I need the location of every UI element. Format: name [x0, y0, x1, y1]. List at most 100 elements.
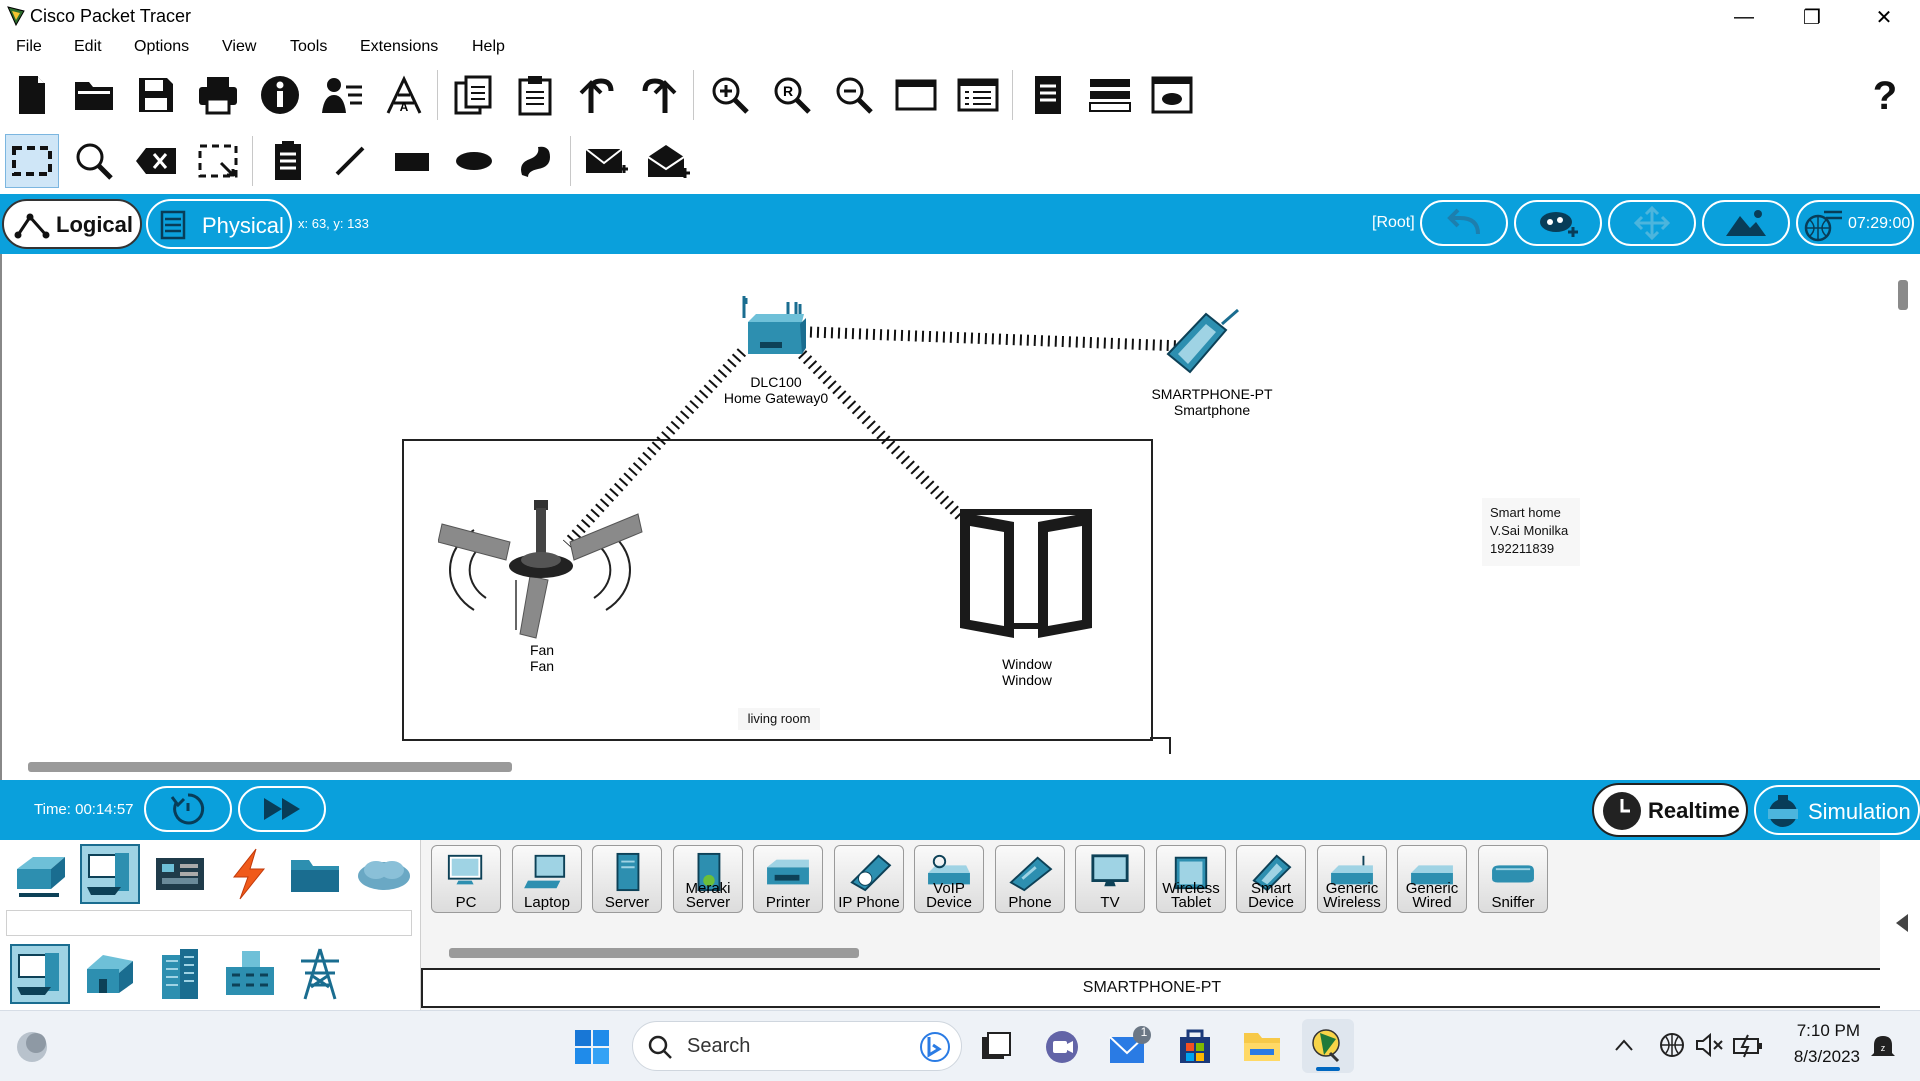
logical-workspace[interactable]: DLC100 Home Gateway0 SMARTPHONE-PT Smart…: [0, 254, 1920, 780]
info-icon[interactable]: [253, 68, 307, 122]
menu-edit[interactable]: Edit: [74, 38, 102, 56]
menu-view[interactable]: View: [222, 38, 256, 56]
activity-wizard-icon[interactable]: A: [377, 68, 431, 122]
menu-file[interactable]: File: [16, 38, 42, 56]
multiuser-cloud-icon[interactable]: [354, 844, 414, 904]
new-file-icon[interactable]: [5, 68, 59, 122]
viewport-clock-button[interactable]: 07:29:00: [1796, 200, 1914, 246]
close-button[interactable]: ✕: [1852, 0, 1916, 34]
menu-tools[interactable]: Tools: [290, 38, 327, 56]
window-device-icon[interactable]: [956, 508, 1096, 646]
packet-tracer-taskbar-button[interactable]: [1302, 1019, 1354, 1073]
smart-city-subcategory-icon[interactable]: [150, 944, 210, 1004]
pdu-list-icon[interactable]: [1021, 68, 1075, 122]
resize-tool-icon[interactable]: [191, 134, 245, 188]
end-devices-icon[interactable]: [80, 844, 140, 904]
room-label[interactable]: living room: [738, 708, 820, 730]
file-explorer-icon[interactable]: [1242, 1029, 1282, 1063]
realtime-mode-button[interactable]: Realtime: [1592, 783, 1748, 837]
device-button-meraki-server[interactable]: Meraki Server: [673, 845, 743, 913]
home-subcategory-icon[interactable]: [80, 944, 140, 1004]
drawing-palette-icon[interactable]: [889, 68, 943, 122]
device-button-printer[interactable]: Printer: [753, 845, 823, 913]
components-icon[interactable]: [150, 844, 210, 904]
redo-icon[interactable]: [632, 68, 686, 122]
root-breadcrumb[interactable]: [Root]: [1372, 214, 1415, 232]
zoom-reset-icon[interactable]: R: [765, 68, 819, 122]
device-button-ip-phone[interactable]: IP Phone: [834, 845, 904, 913]
device-list-scrollbar[interactable]: [449, 948, 859, 958]
network-wizard-icon[interactable]: [315, 68, 369, 122]
smartphone-icon[interactable]: [1160, 306, 1260, 380]
add-complex-pdu-icon[interactable]: [641, 134, 695, 188]
weather-widget-icon[interactable]: [14, 1029, 50, 1065]
device-button-voip-device[interactable]: VoIP Device: [914, 845, 984, 913]
zoom-out-icon[interactable]: [827, 68, 881, 122]
bing-icon[interactable]: [919, 1031, 951, 1063]
device-button-pc[interactable]: PC: [431, 845, 501, 913]
system-time[interactable]: 7:10 PM: [1778, 1021, 1860, 1041]
move-object-button[interactable]: [1608, 200, 1696, 246]
rectangle-tool-icon[interactable]: [385, 134, 439, 188]
notification-center-icon[interactable]: z: [1868, 1031, 1898, 1061]
horizontal-scrollbar-thumb[interactable]: [28, 762, 512, 772]
system-date[interactable]: 8/3/2023: [1766, 1047, 1860, 1067]
logical-tab[interactable]: Logical: [2, 199, 142, 249]
back-button[interactable]: [1420, 200, 1508, 246]
task-view-icon[interactable]: [978, 1029, 1014, 1065]
device-button-wireless-tablet[interactable]: Wireless Tablet: [1156, 845, 1226, 913]
save-icon[interactable]: [129, 68, 183, 122]
device-button-tv[interactable]: TV: [1075, 845, 1145, 913]
device-button-server[interactable]: Server: [592, 845, 662, 913]
network-devices-icon[interactable]: [10, 844, 70, 904]
new-cluster-button[interactable]: [1514, 200, 1602, 246]
speaker-muted-icon[interactable]: [1694, 1031, 1724, 1059]
taskbar-search-box[interactable]: Search: [632, 1021, 962, 1071]
connections-icon[interactable]: [218, 844, 278, 904]
menu-options[interactable]: Options: [134, 38, 189, 56]
add-simple-pdu-icon[interactable]: [579, 134, 633, 188]
freeform-tool-icon[interactable]: [509, 134, 563, 188]
copy-icon[interactable]: [446, 68, 500, 122]
language-globe-icon[interactable]: [1658, 1031, 1686, 1059]
device-button-laptop[interactable]: Laptop: [512, 845, 582, 913]
note-box[interactable]: Smart home V.Sai Monilka 192211839: [1482, 498, 1580, 566]
device-button-sniffer[interactable]: Sniffer: [1478, 845, 1548, 913]
windows-start-icon[interactable]: [574, 1029, 610, 1065]
simulation-mode-button[interactable]: Simulation: [1754, 785, 1920, 835]
fast-forward-button[interactable]: [238, 786, 326, 832]
chevron-up-icon[interactable]: [1614, 1037, 1634, 1053]
device-button-generic-wired[interactable]: Generic Wired: [1397, 845, 1467, 913]
custom-device-dialog-icon[interactable]: [951, 68, 1005, 122]
menu-help[interactable]: Help: [472, 38, 505, 56]
print-icon[interactable]: [191, 68, 245, 122]
ceiling-fan-icon[interactable]: [438, 500, 644, 640]
power-cycle-button[interactable]: [144, 786, 232, 832]
minimize-button[interactable]: —: [1712, 0, 1776, 34]
device-button-phone[interactable]: Phone: [995, 845, 1065, 913]
battery-charging-icon[interactable]: [1732, 1031, 1764, 1059]
teams-chat-icon[interactable]: [1044, 1029, 1080, 1065]
device-button-smart-device[interactable]: Smart Device: [1236, 845, 1306, 913]
set-background-button[interactable]: [1702, 200, 1790, 246]
maximize-button[interactable]: ❐: [1780, 0, 1844, 34]
end-devices-subcategory-icon[interactable]: [10, 944, 70, 1004]
paste-icon[interactable]: [508, 68, 562, 122]
inspect-tool-icon[interactable]: [67, 134, 121, 188]
microsoft-store-icon[interactable]: [1176, 1027, 1214, 1065]
physical-tab[interactable]: Physical: [146, 199, 292, 249]
power-grid-subcategory-icon[interactable]: [290, 944, 350, 1004]
line-tool-icon[interactable]: [323, 134, 377, 188]
note-tool-icon[interactable]: [261, 134, 315, 188]
menu-extensions[interactable]: Extensions: [360, 38, 438, 56]
select-tool-icon[interactable]: [5, 134, 59, 188]
viewport-icon[interactable]: [1145, 68, 1199, 122]
device-button-generic-wireless[interactable]: Generic Wireless: [1317, 845, 1387, 913]
open-folder-icon[interactable]: [67, 68, 121, 122]
delete-tool-icon[interactable]: [129, 134, 183, 188]
help-icon[interactable]: ?: [1858, 68, 1912, 122]
home-gateway-icon[interactable]: [742, 294, 808, 362]
undo-icon[interactable]: [570, 68, 624, 122]
ellipse-tool-icon[interactable]: [447, 134, 501, 188]
vertical-scrollbar-thumb[interactable]: [1898, 280, 1908, 310]
